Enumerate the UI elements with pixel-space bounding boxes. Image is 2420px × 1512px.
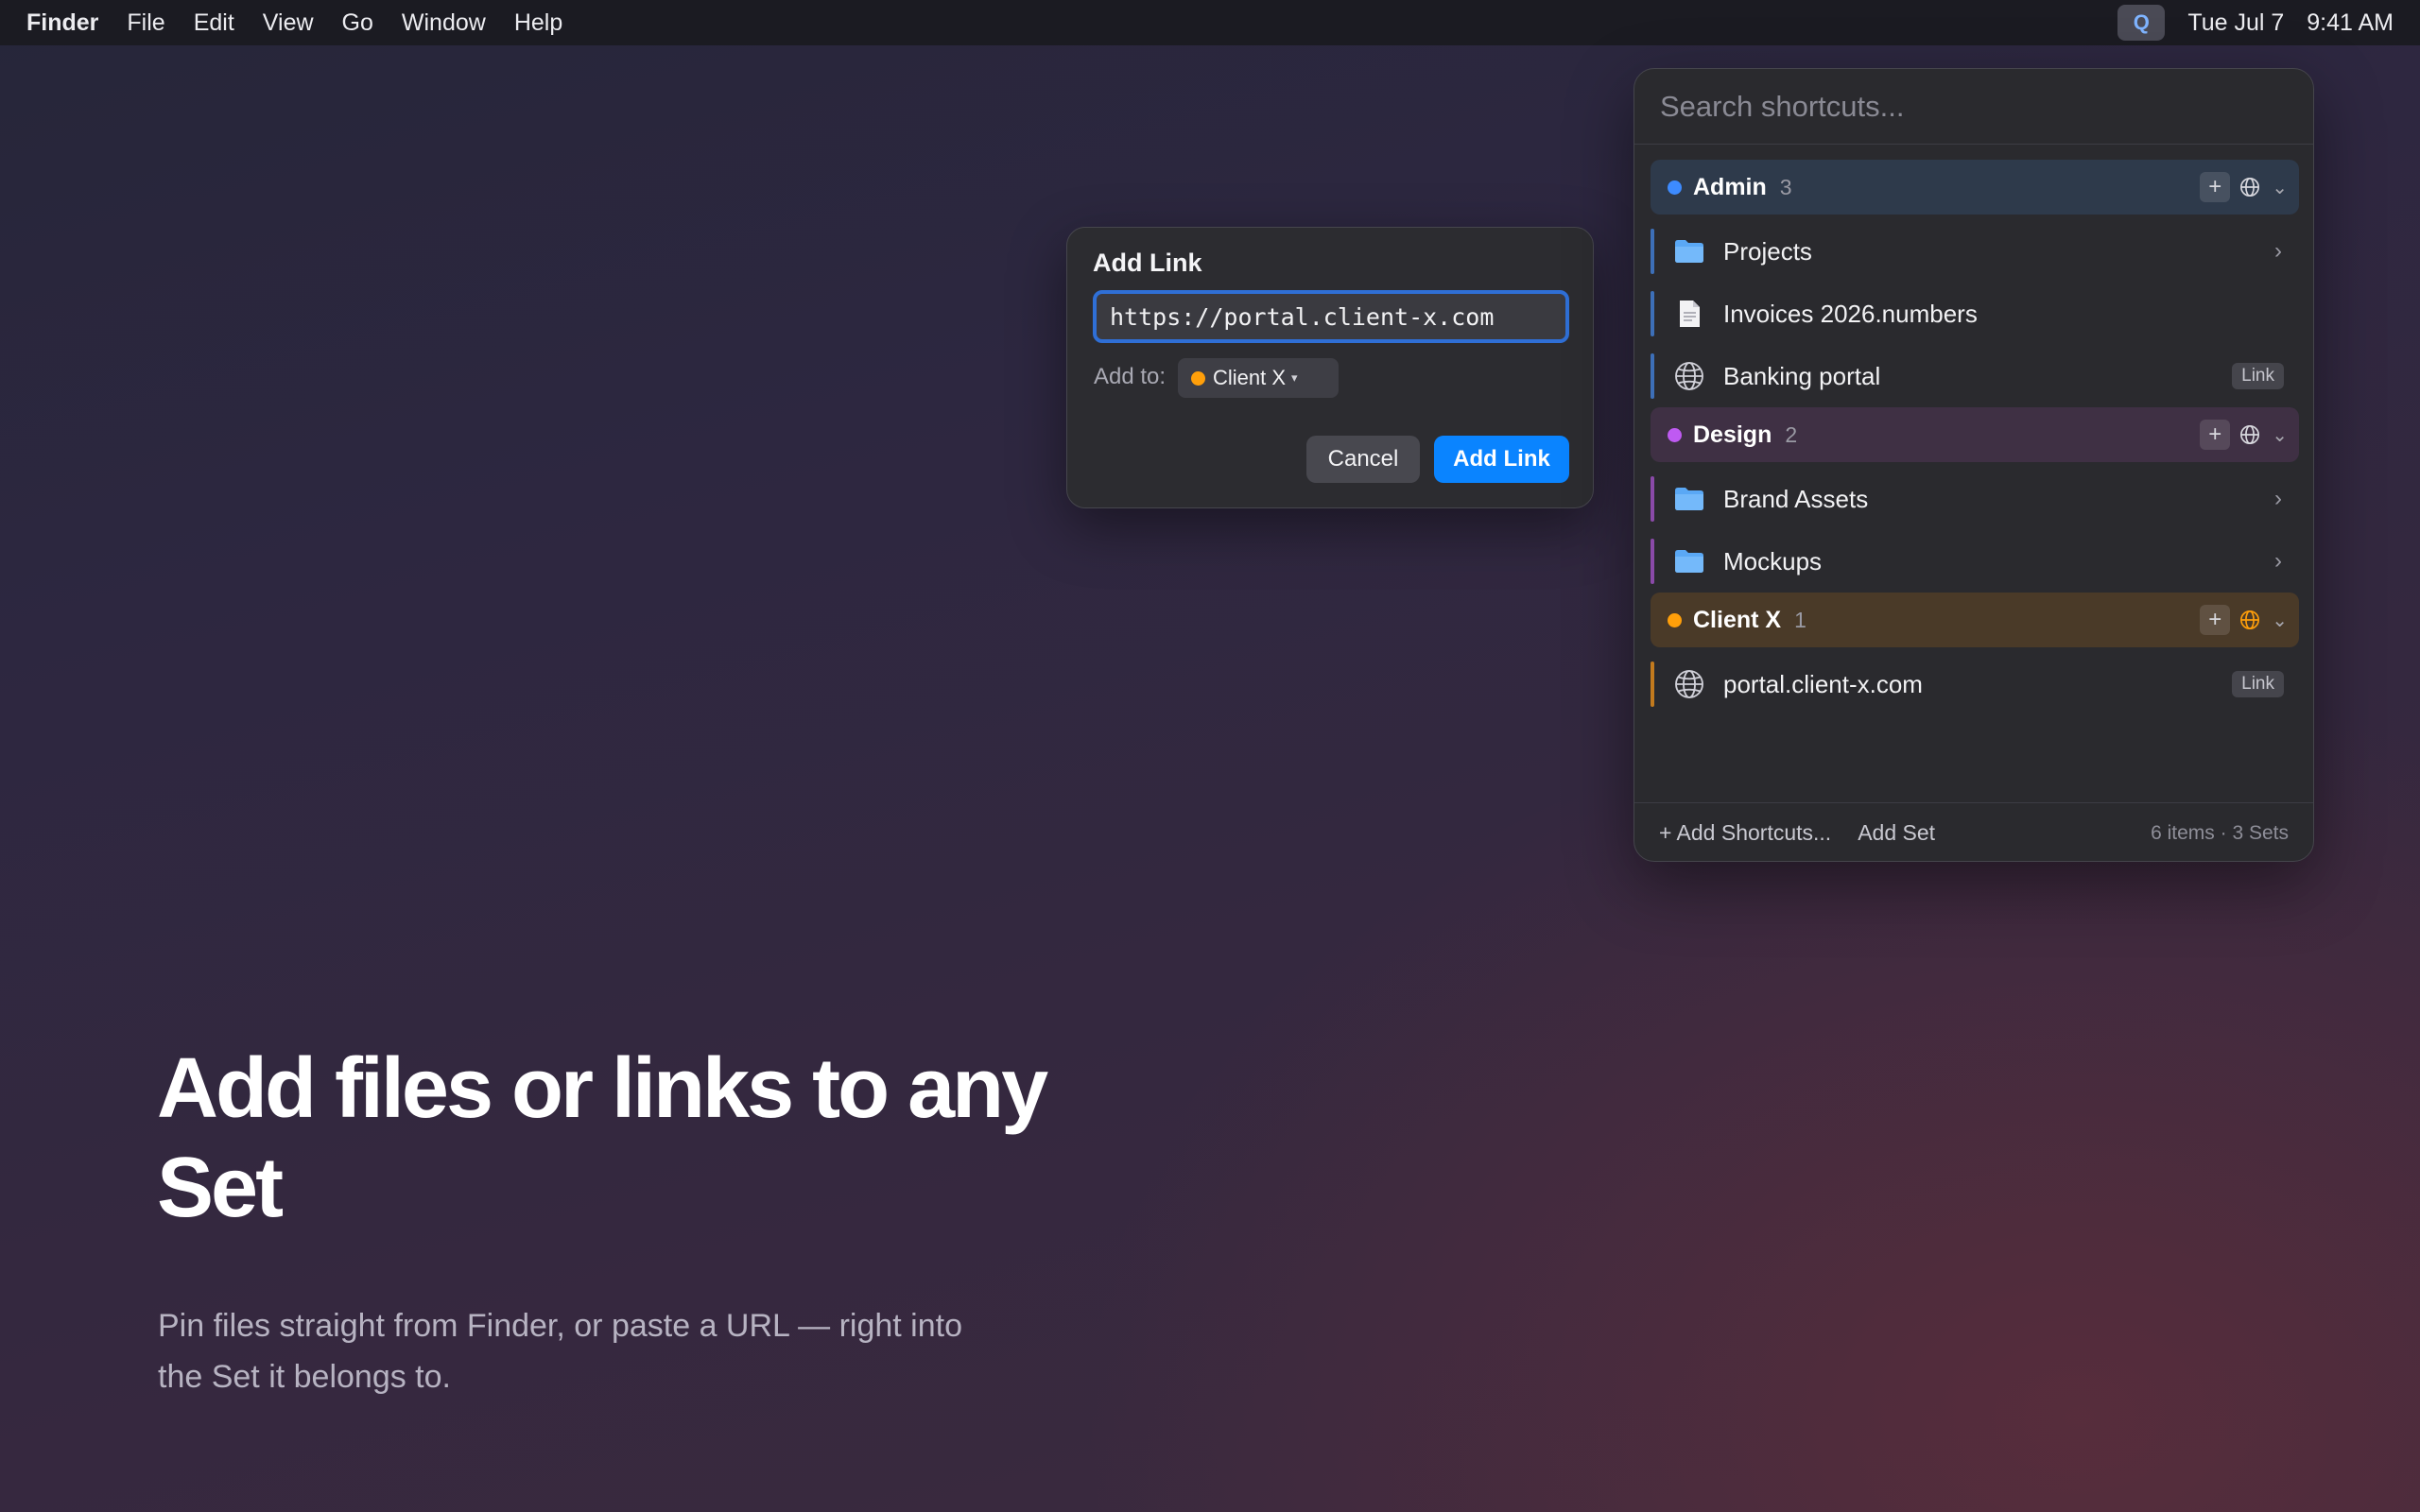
menu-edit[interactable]: Edit [194, 9, 234, 37]
menu-bar-date[interactable]: Tue Jul 7 [2187, 9, 2284, 37]
chevron-down-icon[interactable]: ⌄ [2272, 176, 2288, 199]
search-bar [1634, 69, 2313, 145]
item-label: portal.client-x.com [1723, 669, 1923, 698]
group-color-dot [1668, 612, 1682, 627]
link-badge: Link [2232, 671, 2284, 697]
folder-icon [1673, 237, 1705, 266]
folder-icon [1673, 485, 1705, 513]
menu-view[interactable]: View [263, 9, 314, 37]
group-indicator-bar [1651, 229, 1654, 274]
menu-window[interactable]: Window [402, 9, 486, 37]
add-to-label: Add to: [1094, 364, 1167, 389]
menu-help[interactable]: Help [514, 9, 562, 37]
group-header-admin[interactable]: Admin 3 + ⌄ [1651, 160, 2299, 215]
group-indicator-bar [1651, 662, 1654, 707]
add-item-button[interactable]: + [2200, 172, 2231, 202]
globe-icon [1673, 362, 1705, 390]
panel-footer: + Add Shortcuts... Add Set 6 items · 3 S… [1634, 802, 2313, 861]
globe-icon [1673, 670, 1705, 698]
item-label: Invoices 2026.numbers [1723, 299, 1978, 328]
menu-bar-status-area: Q Tue Jul 7 9:41 AM [2118, 5, 2394, 41]
group-count: 3 [1779, 174, 1792, 199]
menu-bar: Finder File Edit View Go Window Help Q T… [0, 0, 2420, 45]
group-color-dot [1668, 180, 1682, 195]
chevron-right-icon[interactable]: › [2274, 238, 2282, 265]
group-indicator-bar [1651, 353, 1654, 399]
add-shortcuts-button[interactable]: + Add Shortcuts... [1659, 820, 1831, 846]
group-indicator-bar [1651, 539, 1654, 584]
menu-file[interactable]: File [127, 9, 164, 37]
app-status-icon[interactable]: Q [2118, 5, 2166, 41]
item-label: Brand Assets [1723, 484, 1869, 513]
chevron-right-icon[interactable]: › [2274, 548, 2282, 575]
chevron-down-icon[interactable]: ⌄ [2272, 609, 2288, 632]
group-actions: + ⌄ [2200, 172, 2299, 202]
url-input[interactable] [1093, 290, 1569, 343]
shortcuts-panel: Admin 3 + ⌄ Projects › Invoices 2026.num… [1634, 68, 2314, 862]
add-link-button[interactable]: Add Link [1434, 436, 1569, 483]
add-link-dialog: Add Link Add to: Client X ▾ Cancel Add L… [1066, 227, 1594, 508]
menu-app-name[interactable]: Finder [26, 9, 98, 37]
list-item-banking-portal[interactable]: Banking portal Link [1651, 349, 2299, 404]
menu-go[interactable]: Go [342, 9, 373, 37]
group-actions: + ⌄ [2200, 605, 2299, 635]
search-input[interactable] [1660, 89, 2265, 124]
document-icon [1673, 300, 1705, 328]
group-header-design[interactable]: Design 2 + ⌄ [1651, 407, 2299, 462]
group-count: 2 [1785, 421, 1798, 447]
dialog-title: Add Link [1093, 249, 1202, 277]
group-name: Admin [1693, 173, 1767, 200]
menu-bar-time[interactable]: 9:41 AM [2307, 9, 2394, 37]
group-actions: + ⌄ [2200, 420, 2299, 450]
group-header-client-x[interactable]: Client X 1 + ⌄ [1651, 593, 2299, 647]
set-select[interactable]: Client X ▾ [1178, 358, 1339, 398]
hero-title: Add files or links to any Set [157, 1041, 1048, 1235]
globe-icon[interactable] [2239, 424, 2260, 445]
set-select-value: Client X [1213, 366, 1287, 389]
list-item-portal-client-x[interactable]: portal.client-x.com Link [1651, 657, 2299, 712]
link-badge: Link [2232, 363, 2284, 389]
cancel-button[interactable]: Cancel [1306, 436, 1420, 483]
chevron-down-icon[interactable]: ⌄ [2272, 423, 2288, 447]
group-color-dot [1668, 427, 1682, 442]
item-label: Mockups [1723, 546, 1823, 576]
group-indicator-bar [1651, 476, 1654, 522]
list-item-brand-assets[interactable]: Brand Assets › [1651, 472, 2299, 526]
add-item-button[interactable]: + [2200, 605, 2231, 635]
list-item-invoices[interactable]: Invoices 2026.numbers [1651, 286, 2299, 341]
item-label: Projects [1723, 236, 1812, 266]
globe-icon[interactable] [2239, 177, 2260, 198]
add-set-button[interactable]: Add Set [1858, 820, 1935, 846]
list-item-projects[interactable]: Projects › [1651, 224, 2299, 279]
globe-icon[interactable] [2239, 610, 2260, 630]
list-item-mockups[interactable]: Mockups › [1651, 534, 2299, 589]
item-label: Banking portal [1723, 361, 1881, 390]
items-summary: 6 items · 3 Sets [2151, 821, 2289, 844]
group-count: 1 [1794, 607, 1806, 632]
caret-down-icon: ▾ [1291, 370, 1298, 385]
group-name: Design [1693, 421, 1772, 448]
chevron-right-icon[interactable]: › [2274, 486, 2282, 512]
group-indicator-bar [1651, 291, 1654, 336]
set-color-dot [1191, 370, 1205, 386]
folder-icon [1673, 547, 1705, 576]
hero-subtitle: Pin files straight from Finder, or paste… [158, 1308, 962, 1395]
add-item-button[interactable]: + [2200, 420, 2231, 450]
group-name: Client X [1693, 606, 1782, 633]
